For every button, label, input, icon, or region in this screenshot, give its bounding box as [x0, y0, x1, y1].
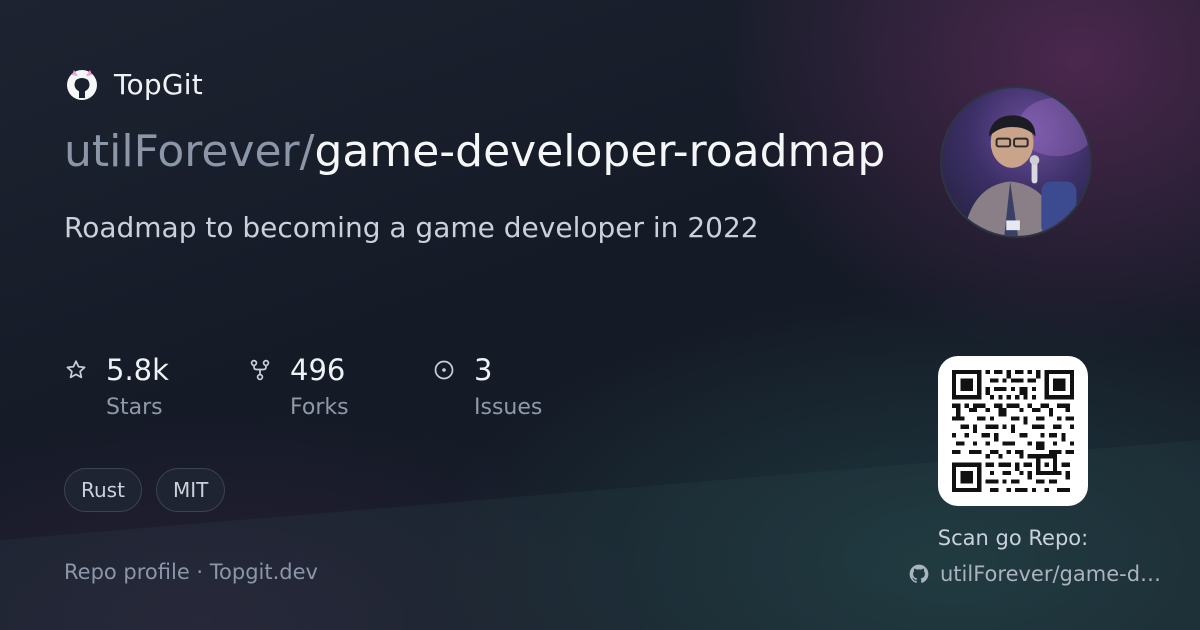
stat-stars[interactable]: 5.8k Stars [64, 350, 248, 430]
tag-list: Rust MIT [64, 468, 226, 512]
brand-name: TopGit [114, 67, 203, 101]
github-cat-icon [67, 70, 97, 100]
repo-name: game-developer-roadmap [314, 126, 886, 177]
qr-code-image [952, 370, 1074, 492]
avatar-photo [963, 97, 1090, 236]
stat-forks-value: 496 [290, 353, 346, 387]
tag-license[interactable]: MIT [155, 468, 226, 512]
qr-scan-label: Scan go Repo: [937, 526, 1089, 550]
stat-stars-value: 5.8k [106, 353, 169, 387]
github-icon [909, 564, 929, 583]
brand[interactable]: TopGit [64, 64, 203, 104]
qr-code[interactable] [938, 356, 1088, 506]
star-icon [66, 360, 86, 379]
stat-forks[interactable]: 496 Forks [248, 350, 432, 430]
stat-issues-label: Issues [474, 395, 543, 420]
qr-repo-link[interactable]: utilForever/game-de... [908, 562, 1170, 586]
tag-language[interactable]: Rust [64, 468, 142, 512]
stat-forks-label: Forks [290, 395, 349, 420]
stat-issues-value: 3 [474, 353, 493, 387]
qr-repo-name: utilForever/game-de... [940, 562, 1170, 586]
stat-stars-label: Stars [106, 395, 163, 420]
repo-description: Roadmap to becoming a game developer in … [64, 211, 759, 244]
repo-owner: utilForever/ [64, 126, 315, 177]
footer-link[interactable]: Repo profile · Topgit.dev [64, 560, 318, 584]
fork-icon [250, 359, 270, 381]
stats-row: 5.8k Stars 496 Forks 3 Issues [64, 350, 572, 430]
repo-title[interactable]: utilForever/game-developer-roadmap [64, 124, 914, 180]
stat-issues[interactable]: 3 Issues [432, 350, 572, 430]
avatar [940, 86, 1092, 238]
issue-icon [434, 360, 454, 380]
